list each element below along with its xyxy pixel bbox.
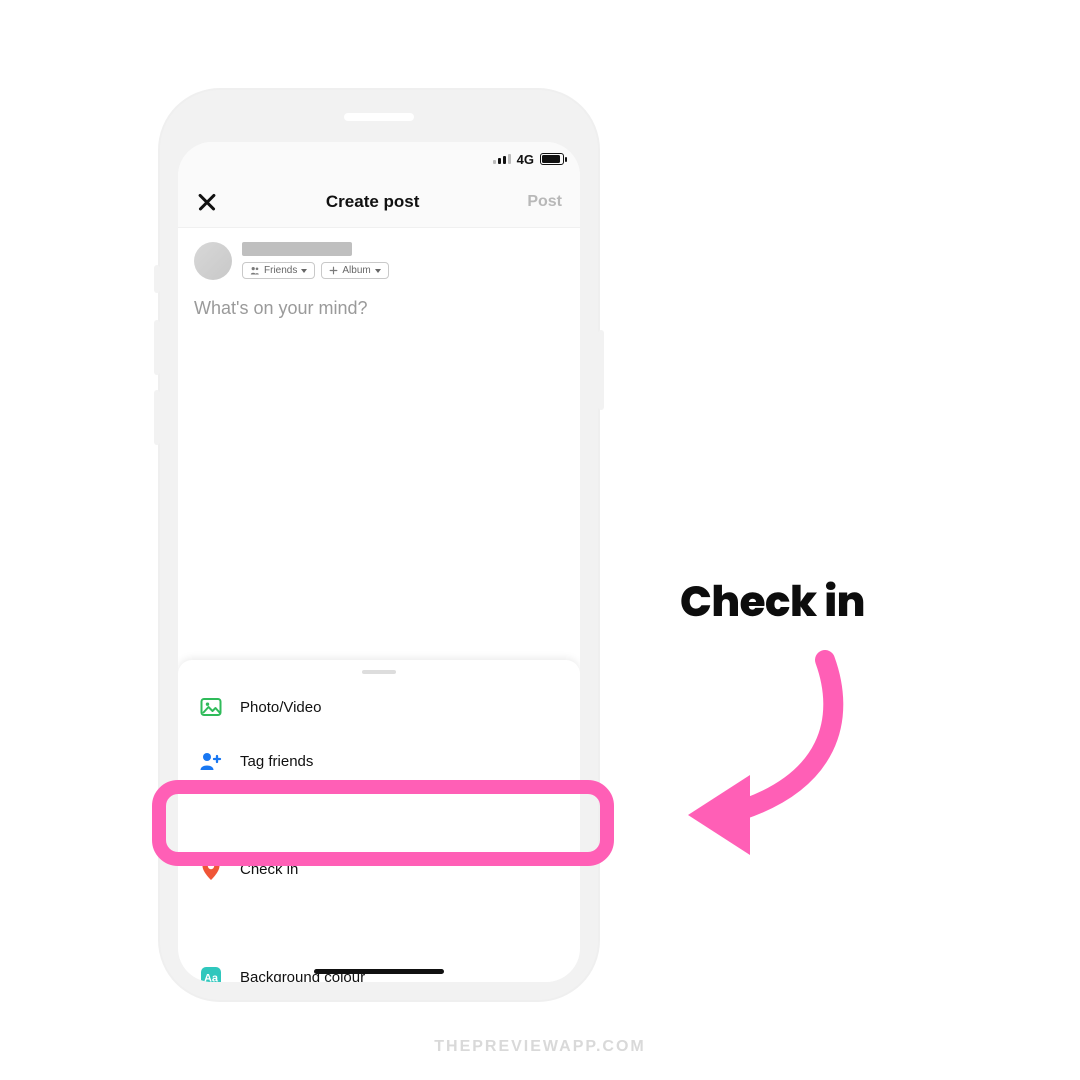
close-icon[interactable]: [196, 191, 218, 213]
tag-friends-icon: [198, 748, 224, 774]
option-tag-friends[interactable]: Tag friends: [178, 734, 580, 788]
composer-header: Friends Album: [178, 228, 580, 280]
plus-icon: [329, 266, 338, 275]
option-photo-video[interactable]: Photo/Video: [178, 680, 580, 734]
avatar[interactable]: [194, 242, 232, 280]
sheet-handle[interactable]: [362, 670, 396, 674]
option-check-in[interactable]: Check in: [178, 842, 580, 896]
album-selector[interactable]: Album: [321, 262, 388, 279]
annotation-arrow: [670, 635, 870, 865]
signal-icon: [493, 154, 511, 164]
network-label: 4G: [517, 152, 534, 167]
status-bar: 4G: [178, 142, 580, 176]
photo-icon: [198, 694, 224, 720]
audience-label: Friends: [264, 265, 297, 276]
battery-icon: [540, 153, 564, 165]
composer-input[interactable]: What's on your mind?: [178, 280, 580, 337]
watermark: THEPREVIEWAPP.COM: [0, 1038, 1080, 1056]
audience-selector[interactable]: Friends: [242, 262, 315, 279]
post-button[interactable]: Post: [527, 193, 562, 211]
option-label: Tag friends: [240, 753, 313, 770]
side-button: [598, 330, 604, 410]
username-redacted: [242, 242, 352, 256]
option-label: Photo/Video: [240, 699, 321, 716]
annotation-label: Check in: [680, 570, 865, 633]
options-sheet: Photo/Video Tag friends: [178, 660, 580, 982]
friends-icon: [250, 266, 260, 275]
phone-screen: 4G Create post Post: [178, 142, 580, 982]
svg-text:Aa: Aa: [204, 973, 219, 983]
chevron-down-icon: [375, 269, 381, 273]
page-title: Create post: [326, 192, 420, 212]
side-button: [154, 265, 160, 293]
option-label: Check in: [240, 861, 298, 878]
album-label: Album: [342, 265, 370, 276]
phone-frame: 4G Create post Post: [160, 90, 598, 1000]
background-colour-icon: Aa: [198, 964, 224, 982]
nav-bar: Create post Post: [178, 176, 580, 228]
chevron-down-icon: [301, 269, 307, 273]
home-indicator[interactable]: [314, 969, 444, 974]
side-button: [154, 390, 160, 445]
location-pin-icon: [198, 856, 224, 882]
option-background-colour[interactable]: Aa Background colour: [178, 950, 580, 982]
side-button: [154, 320, 160, 375]
